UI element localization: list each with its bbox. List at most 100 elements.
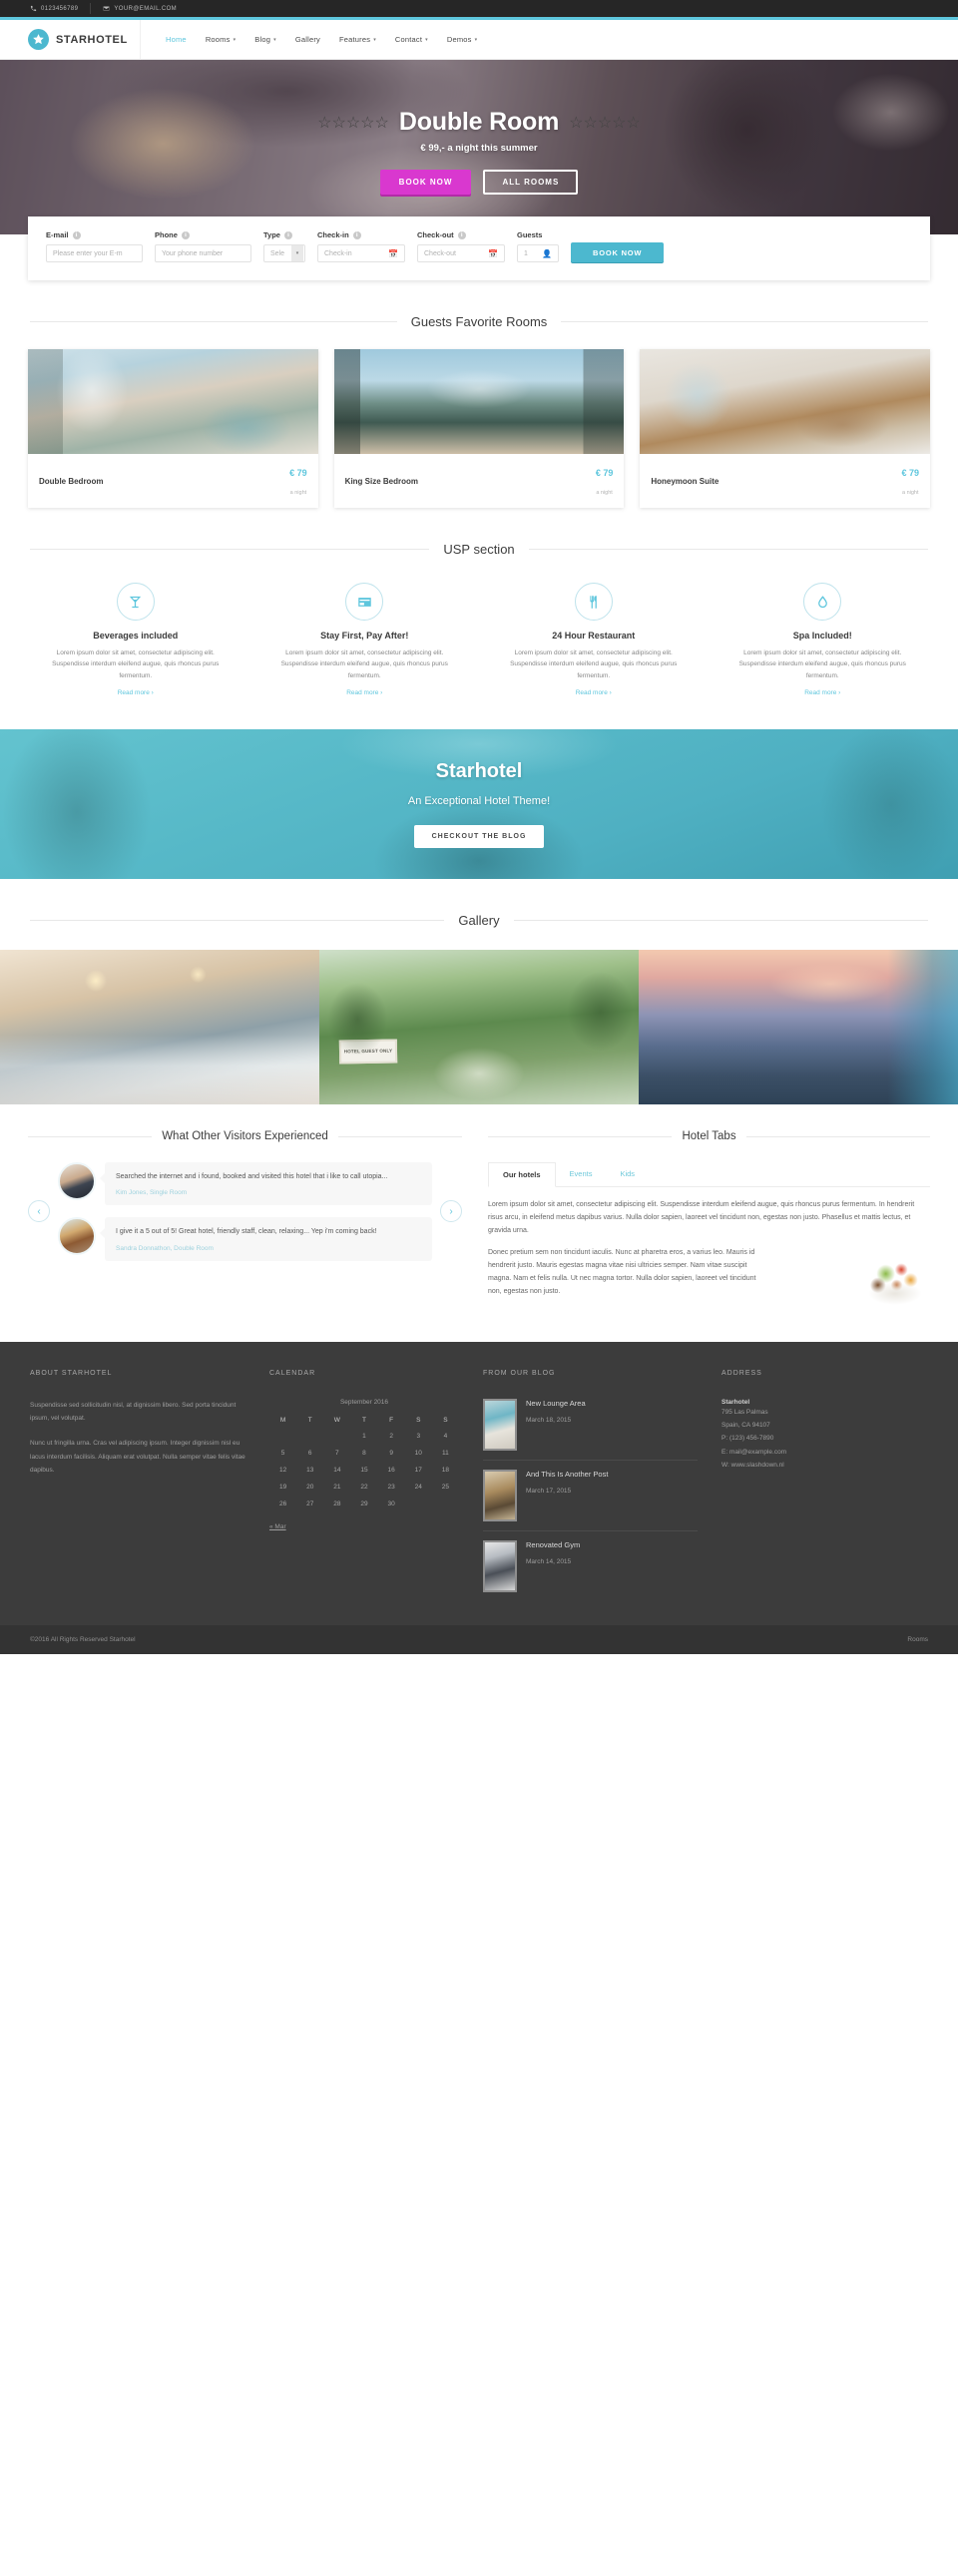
- calendar-day[interactable]: 2: [378, 1428, 405, 1445]
- calendar-day[interactable]: 6: [296, 1445, 323, 1462]
- calendar-day[interactable]: 20: [296, 1479, 323, 1496]
- calendar-prev-month-link[interactable]: « Mar: [269, 1520, 286, 1533]
- calendar-day[interactable]: 21: [323, 1479, 350, 1496]
- nav-item-home[interactable]: Home: [166, 35, 187, 44]
- nav-item-blog[interactable]: Blog ▾: [254, 35, 276, 44]
- calendar-day[interactable]: 30: [378, 1496, 405, 1512]
- calendar-day[interactable]: 14: [323, 1462, 350, 1479]
- calendar-day[interactable]: 15: [350, 1462, 377, 1479]
- calendar-day[interactable]: 16: [378, 1462, 405, 1479]
- phone-field[interactable]: Your phone number: [155, 244, 251, 262]
- calendar-day[interactable]: 23: [378, 1479, 405, 1496]
- calendar-day[interactable]: 25: [432, 1479, 459, 1496]
- phone-placeholder: Your phone number: [162, 249, 224, 257]
- calendar-day[interactable]: 4: [432, 1428, 459, 1445]
- tab-kids[interactable]: Kids: [606, 1162, 649, 1186]
- calendar-day[interactable]: 13: [296, 1462, 323, 1479]
- nav-label: Home: [166, 35, 187, 44]
- testimonials-column: What Other Visitors Experienced ‹ Search…: [28, 1130, 462, 1308]
- checkout-date-field[interactable]: Check-out 📅: [417, 244, 505, 262]
- room-card[interactable]: King Size Bedroom € 79 a night: [333, 349, 625, 508]
- tab-events[interactable]: Events: [556, 1162, 607, 1186]
- calendar-dayname: S: [416, 1416, 421, 1424]
- email-field[interactable]: Please enter your E-m: [46, 244, 143, 262]
- nav-item-features[interactable]: Features ▾: [339, 35, 376, 44]
- calendar-day[interactable]: 19: [269, 1479, 296, 1496]
- nav-item-gallery[interactable]: Gallery: [295, 35, 320, 44]
- calendar-day[interactable]: 3: [405, 1428, 432, 1445]
- calendar-day[interactable]: 18: [432, 1462, 459, 1479]
- footer-rooms-link[interactable]: Rooms: [907, 1636, 928, 1643]
- nav-item-contact[interactable]: Contact ▾: [395, 35, 428, 44]
- calendar-day[interactable]: 24: [405, 1479, 432, 1496]
- address-email[interactable]: E: mail@example.com: [721, 1446, 928, 1459]
- topbar-phone[interactable]: 0123456789: [30, 5, 78, 12]
- info-icon[interactable]: i: [181, 230, 190, 239]
- info-icon[interactable]: i: [283, 230, 292, 239]
- info-icon[interactable]: i: [72, 230, 81, 239]
- calendar-day[interactable]: 26: [269, 1496, 296, 1512]
- topbar-phone-text: 0123456789: [41, 5, 79, 12]
- calendar-week-row: 26 27 28 29 30: [269, 1496, 459, 1512]
- email-placeholder: Please enter your E-m: [53, 249, 123, 257]
- topbar-email[interactable]: YOUR@EMAIL.COM: [103, 5, 177, 12]
- hero-all-rooms-button[interactable]: ALL ROOMS: [483, 170, 579, 195]
- calendar-day[interactable]: 29: [350, 1496, 377, 1512]
- usp-read-more-link[interactable]: Read more ›: [346, 689, 382, 696]
- blog-post-item[interactable]: New Lounge Area March 18, 2015: [483, 1398, 698, 1461]
- blog-post-item[interactable]: Renovated Gym March 14, 2015: [483, 1531, 698, 1601]
- calendar-day[interactable]: [323, 1428, 350, 1445]
- testimonials-title-text: What Other Visitors Experienced: [162, 1130, 328, 1143]
- calendar-day[interactable]: 12: [269, 1462, 296, 1479]
- usp-item-restaurant: 24 Hour Restaurant Lorem ipsum dolor sit…: [486, 583, 702, 699]
- footer-about-p2: Nunc ut fringilla urna. Cras vel adipisc…: [30, 1440, 245, 1474]
- calendar-day[interactable]: 28: [323, 1496, 350, 1512]
- chevron-left-icon[interactable]: ‹: [28, 1200, 50, 1223]
- blog-post-item[interactable]: And This Is Another Post March 17, 2015: [483, 1461, 698, 1531]
- calendar-day[interactable]: 11: [432, 1445, 459, 1462]
- site-footer: ABOUT STARHOTEL Suspendisse sed sollicit…: [0, 1341, 958, 1625]
- guests-stepper[interactable]: 1 👤: [517, 244, 559, 262]
- calendar-day[interactable]: 1: [350, 1428, 377, 1445]
- title-rule-right: [561, 321, 929, 322]
- gallery-item-restaurant[interactable]: [0, 950, 319, 1105]
- hero-book-now-button[interactable]: BOOK NOW: [379, 170, 472, 195]
- calendar-icon[interactable]: 📅: [388, 249, 398, 258]
- gallery-item-poolside[interactable]: [639, 950, 958, 1105]
- gallery-item-garden[interactable]: HOTEL GUEST ONLY: [319, 950, 639, 1105]
- calendar-icon[interactable]: 📅: [488, 249, 498, 258]
- calendar-day[interactable]: [432, 1496, 459, 1512]
- info-icon[interactable]: i: [352, 230, 361, 239]
- room-card[interactable]: Double Bedroom € 79 a night: [28, 349, 318, 508]
- calendar-day[interactable]: 8: [350, 1445, 377, 1462]
- calendar-day[interactable]: 17: [405, 1462, 432, 1479]
- calendar-day[interactable]: 27: [296, 1496, 323, 1512]
- calendar-day[interactable]: 7: [323, 1445, 350, 1462]
- usp-read-more-link[interactable]: Read more ›: [804, 689, 840, 696]
- calendar-day[interactable]: 9: [378, 1445, 405, 1462]
- hero-subtitle: € 99,- a night this summer: [420, 143, 538, 154]
- nav-item-demos[interactable]: Demos ▾: [447, 35, 477, 44]
- brand-logo-link[interactable]: STARHOTEL: [0, 29, 140, 50]
- calendar-day[interactable]: 5: [269, 1445, 296, 1462]
- calendar-day[interactable]: [269, 1428, 296, 1445]
- tab-our-hotels[interactable]: Our hotels: [488, 1162, 556, 1188]
- testimonial-bubble: I give it a 5 out of 5! Great hotel, fri…: [100, 1217, 432, 1261]
- booking-submit-button[interactable]: BOOK NOW: [571, 242, 665, 262]
- usp-read-more-link[interactable]: Read more ›: [118, 689, 154, 696]
- cta-blog-button[interactable]: CHECKOUT THE BLOG: [413, 825, 545, 849]
- calendar-day[interactable]: [296, 1428, 323, 1445]
- type-select[interactable]: Sele ▾: [263, 244, 305, 262]
- calendar-day[interactable]: 22: [350, 1479, 377, 1496]
- usp-read-more-link[interactable]: Read more ›: [576, 689, 612, 696]
- address-website[interactable]: W: www.slashdown.nl: [721, 1459, 928, 1472]
- room-name: Honeymoon Suite: [651, 476, 719, 486]
- chevron-right-icon[interactable]: ›: [440, 1200, 462, 1223]
- checkin-date-field[interactable]: Check-in 📅: [317, 244, 405, 262]
- calendar-day[interactable]: [405, 1496, 432, 1512]
- calendar-day[interactable]: 10: [405, 1445, 432, 1462]
- rooms-title-text: Guests Favorite Rooms: [410, 314, 548, 329]
- room-card[interactable]: Honeymoon Suite € 79 a night: [640, 349, 931, 508]
- nav-item-rooms[interactable]: Rooms ▾: [206, 35, 236, 44]
- info-icon[interactable]: i: [457, 230, 466, 239]
